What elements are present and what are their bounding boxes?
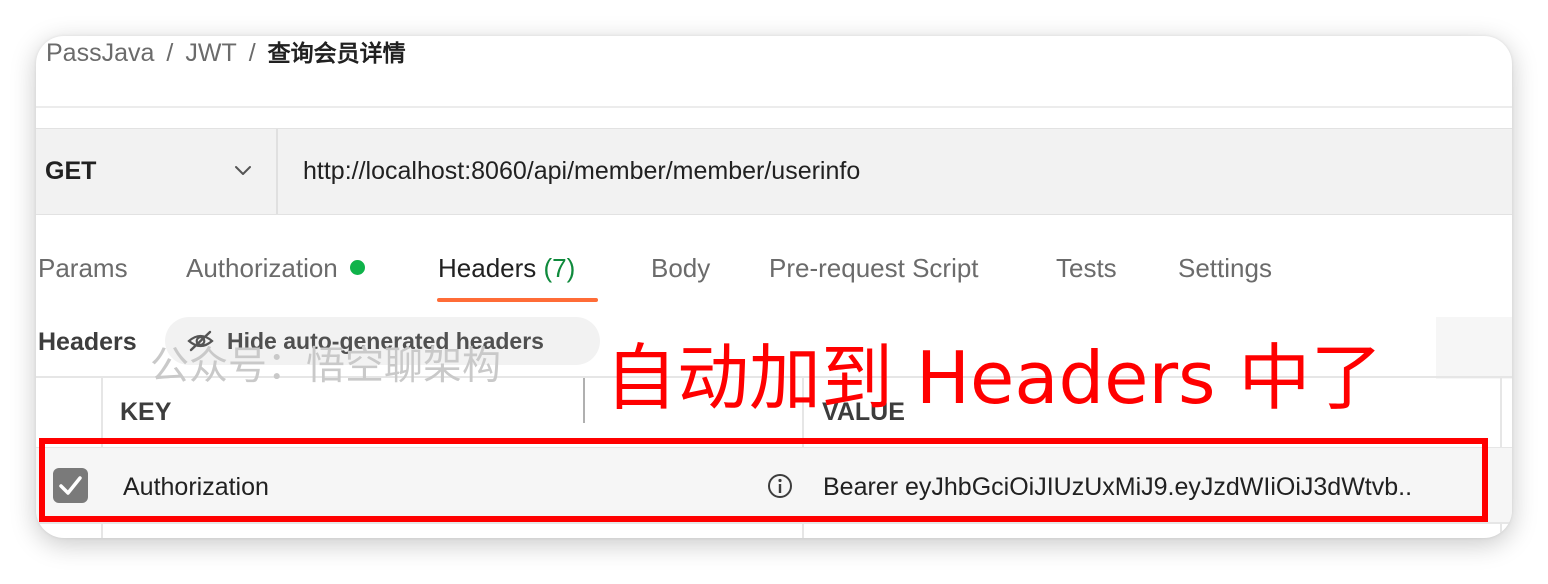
header-divider [36, 106, 1512, 108]
url-input[interactable]: http://localhost:8060/api/member/member/… [303, 129, 860, 214]
tab-label: Authorization [186, 253, 338, 283]
tab-authorization[interactable]: Authorization [186, 251, 365, 285]
tab-body[interactable]: Body [651, 251, 710, 285]
annotation-text: 自动加到 Headers 中了 [605, 336, 1383, 420]
breadcrumb: PassJava / JWT / 查询会员详情 [46, 36, 406, 70]
tab-label: Headers [438, 253, 537, 283]
tab-params[interactable]: Params [38, 251, 128, 285]
tab-tests[interactable]: Tests [1056, 251, 1117, 285]
tab-settings[interactable]: Settings [1178, 251, 1272, 285]
tab-pre-request-script[interactable]: Pre-request Script [769, 251, 979, 285]
column-header-key: KEY [120, 398, 172, 426]
row-background [1436, 317, 1512, 379]
headers-count-badge: (7) [543, 253, 576, 283]
breadcrumb-separator: / [166, 39, 174, 67]
row-border [36, 522, 1512, 524]
annotation-highlight-box [39, 438, 1488, 522]
breadcrumb-item-passjava[interactable]: PassJava [46, 39, 154, 67]
active-tab-indicator [437, 298, 598, 302]
breadcrumb-item-jwt[interactable]: JWT [185, 39, 236, 67]
request-name[interactable]: 查询会员详情 [268, 41, 406, 67]
status-dot-icon [349, 260, 365, 275]
breadcrumb-separator: / [248, 39, 256, 67]
watermark: 公众号：悟空聊架构 [150, 344, 502, 389]
headers-section-title: Headers [38, 328, 137, 356]
chevron-down-icon [235, 166, 251, 175]
method-label: GET [45, 157, 97, 185]
url-bar: GET http://localhost:8060/api/member/mem… [36, 128, 1512, 215]
tab-headers[interactable]: Headers (7) [438, 251, 575, 285]
method-select[interactable]: GET [36, 129, 278, 214]
text-cursor [583, 378, 585, 423]
